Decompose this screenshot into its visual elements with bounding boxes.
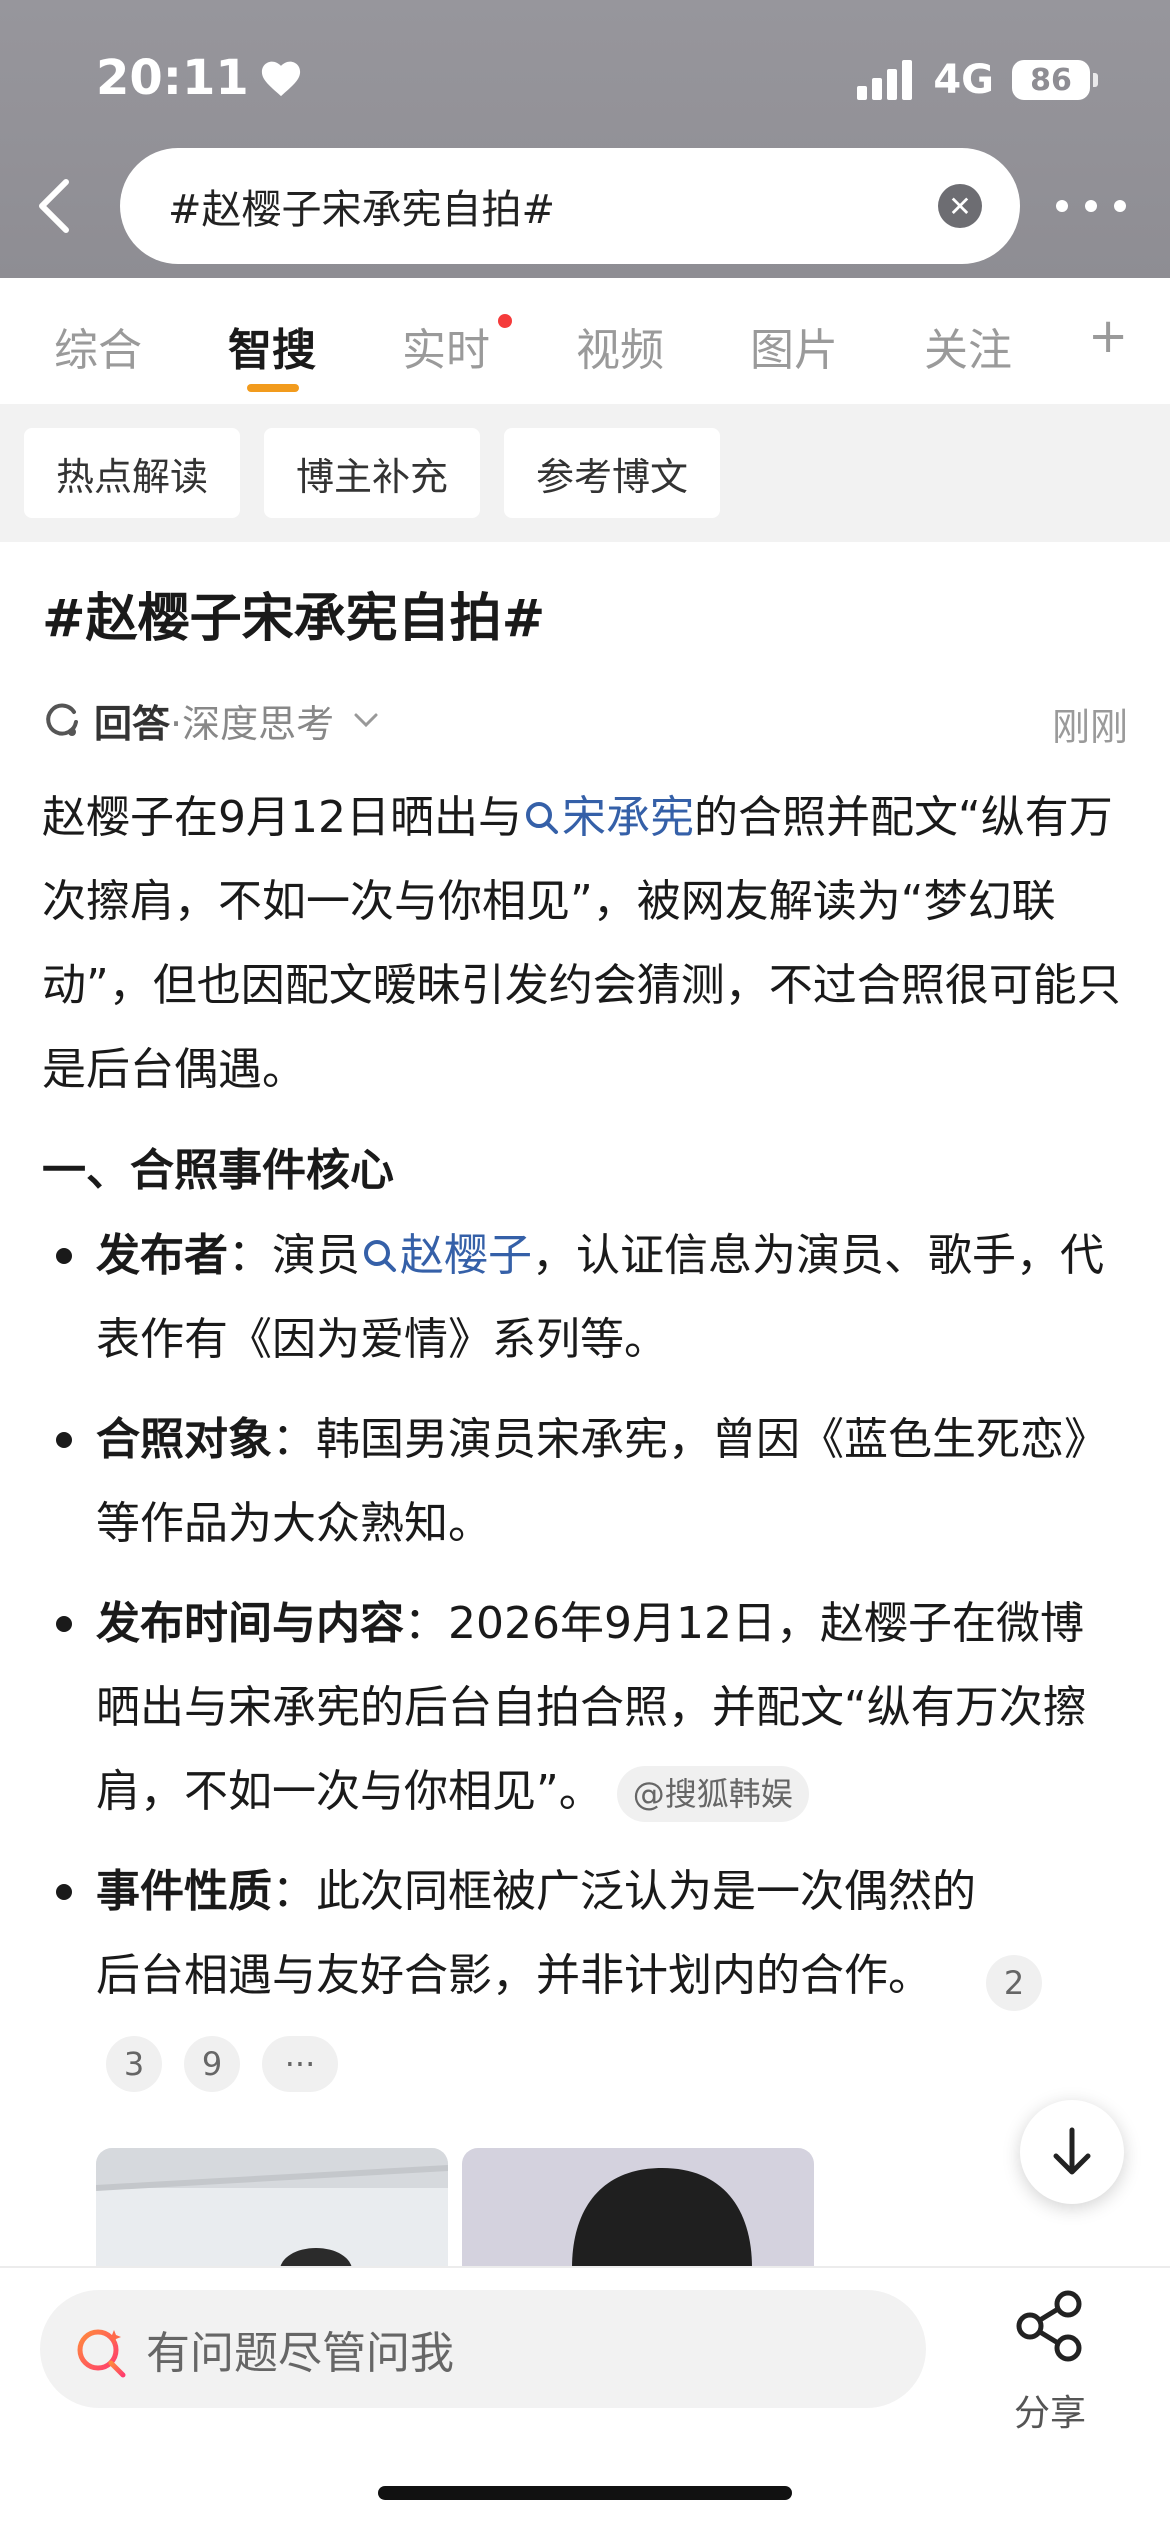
top-header: 20:11 4G 86 #赵樱子宋承宪自拍# ✕ — [0, 0, 1170, 278]
status-time: 20:11 — [96, 48, 303, 108]
battery-icon: 86 — [1012, 60, 1098, 100]
search-icon — [525, 802, 558, 834]
add-tab-button[interactable]: + — [1088, 308, 1128, 364]
bullet-label: 事件性质 — [96, 1866, 272, 1917]
tab-following[interactable]: 关注 — [924, 314, 1012, 378]
more-options-icon[interactable] — [1056, 178, 1126, 234]
chip-hot-interpretation[interactable]: 热点解读 — [24, 428, 240, 518]
clear-icon[interactable]: ✕ — [938, 184, 982, 228]
heart-icon — [261, 61, 300, 97]
tab-smart-search[interactable]: 智搜 — [228, 314, 316, 378]
active-tab-indicator — [247, 384, 299, 392]
bullet-dot — [56, 1616, 72, 1632]
ask-placeholder[interactable]: 有问题尽管问我 — [146, 2317, 454, 2381]
bullet-label: 发布时间与内容 — [96, 1598, 404, 1649]
tab-images[interactable]: 图片 — [750, 314, 838, 378]
ai-search-icon — [77, 2329, 126, 2378]
more-references-button[interactable]: ··· — [262, 2036, 338, 2092]
search-query[interactable]: #赵樱子宋承宪自拍# — [168, 177, 555, 235]
link-song-seung-heon-text[interactable]: 宋承宪 — [562, 792, 694, 843]
topic-chips: 热点解读 博主补充 参考博文 — [0, 404, 1170, 542]
chip-reference-posts[interactable]: 参考博文 — [504, 428, 720, 518]
reference-badge[interactable]: 9 — [184, 2036, 240, 2092]
status-indicators: 4G 86 — [857, 52, 1098, 108]
list-item-publish-time: 发布时间与内容：2026年9月12日，赵樱子在微博晒出与宋承宪的后台自拍合照，并… — [96, 1582, 1106, 1834]
back-arrow-icon[interactable] — [30, 176, 80, 236]
tab-realtime[interactable]: 实时 — [402, 314, 490, 378]
section-heading: 一、合照事件核心 — [42, 1145, 394, 1196]
scroll-down-button[interactable] — [1020, 2100, 1124, 2204]
source-tag[interactable]: @搜狐韩娱 — [616, 1766, 809, 1822]
bullet-dot — [56, 1884, 72, 1900]
new-dot-badge — [498, 314, 512, 328]
bullet-dot — [56, 1248, 72, 1264]
link-song-seung-heon[interactable]: 宋承宪 — [522, 792, 694, 843]
share-label[interactable]: 分享 — [1000, 2384, 1100, 2436]
photo-thumbnail[interactable] — [96, 2148, 448, 2268]
refresh-search-icon — [46, 703, 78, 736]
bullet-label: 发布者 — [96, 1230, 228, 1281]
reference-badge[interactable]: 2 — [986, 1955, 1042, 2011]
answer-label: 回答 — [94, 701, 171, 746]
tab-bar: 综合 智搜 实时 视频 图片 关注 + — [0, 278, 1170, 404]
chevron-down-icon[interactable] — [346, 705, 386, 735]
signal-icon — [857, 60, 913, 100]
search-icon — [364, 1240, 396, 1272]
timestamp: 刚刚 — [1051, 705, 1128, 749]
intro-text-1: 赵樱子在9月12日晒出与 — [42, 792, 522, 843]
intro-paragraph: 赵樱子在9月12日晒出与 宋承宪的合照并配文“纵有万次擦肩，不如一次与你相见”，被… — [42, 776, 1132, 1112]
share-icon — [1016, 2290, 1082, 2362]
share-button[interactable]: 分享 — [1000, 2288, 1100, 2434]
bullet-text: ：演员 — [228, 1230, 360, 1281]
answer-meta[interactable]: 回答 ·深度思考 — [42, 688, 386, 752]
network-label: 4G — [933, 57, 994, 103]
bullet-dot — [56, 1432, 72, 1448]
bullet-label: 合照对象 — [96, 1414, 272, 1465]
arrow-down-icon — [1053, 2127, 1091, 2175]
tab-video[interactable]: 视频 — [576, 314, 664, 378]
list-item-publisher: 发布者：演员 赵樱子，认证信息为演员、歌手，代表作有《因为爱情》系列等。 — [96, 1214, 1106, 1382]
reference-badge[interactable]: 3 — [106, 2036, 162, 2092]
status-time-text: 20:11 — [96, 50, 249, 106]
tab-general[interactable]: 综合 — [54, 314, 142, 378]
home-indicator — [378, 2486, 792, 2500]
search-input[interactable]: #赵樱子宋承宪自拍# ✕ — [120, 148, 1020, 264]
link-zhao-yingzi[interactable]: 赵樱子 — [360, 1230, 532, 1281]
chip-blogger-supplement[interactable]: 博主补充 — [264, 428, 480, 518]
ask-input[interactable]: 有问题尽管问我 — [40, 2290, 926, 2408]
deep-thinking-label: ·深度思考 — [170, 701, 335, 746]
photo-thumbnail[interactable] — [462, 2148, 814, 2268]
list-item-event-nature: 事件性质：此次同框被广泛认为是一次偶然的后台相遇与友好合影，并非计划内的合作。 — [96, 1850, 976, 2018]
page-title: #赵樱子宋承宪自拍# — [42, 589, 546, 649]
link-zhao-yingzi-text[interactable]: 赵樱子 — [400, 1230, 532, 1281]
list-item-photo-subject: 合照对象：韩国男演员宋承宪，曾因《蓝色生死恋》等作品为大众熟知。 — [96, 1398, 1106, 1566]
battery-level: 86 — [1030, 62, 1072, 98]
